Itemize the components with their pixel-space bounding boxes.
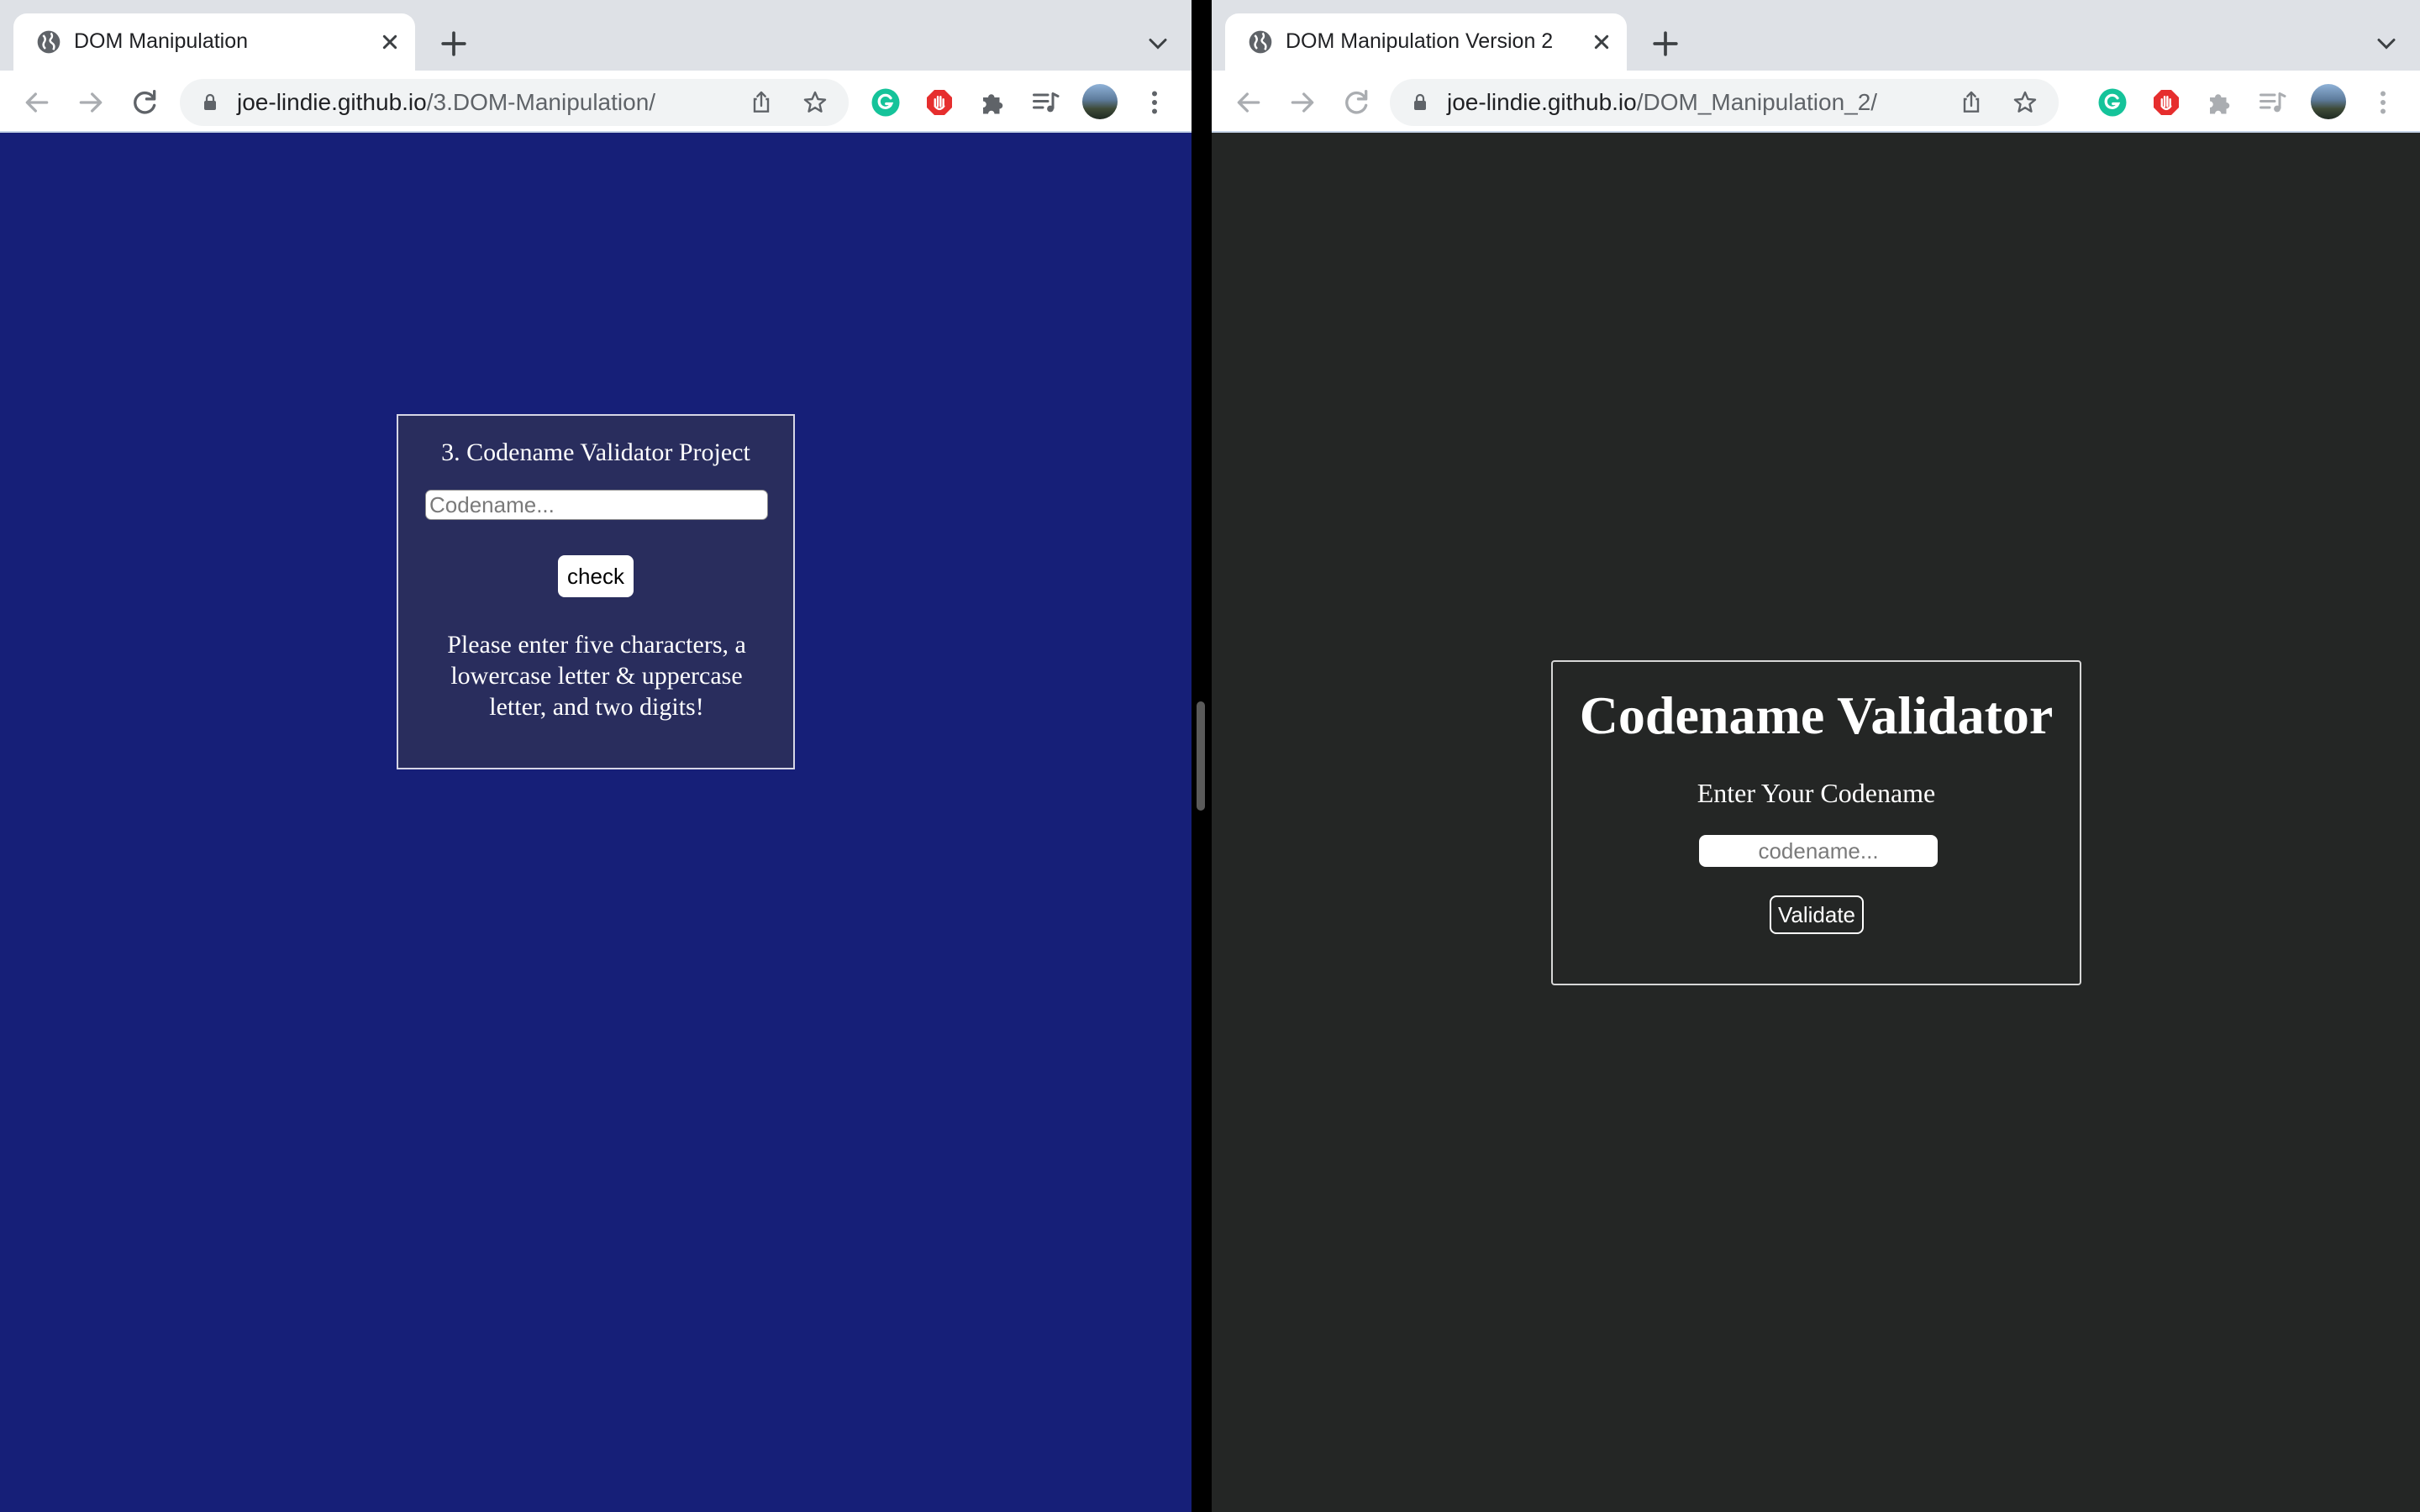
tab-strip: DOM Manipulation [0, 0, 1192, 71]
puzzle-icon[interactable] [2205, 87, 2235, 118]
url-path: /3.DOM-Manipulation/ [426, 89, 656, 115]
plus-icon[interactable] [435, 25, 472, 62]
codename-input[interactable] [425, 490, 768, 520]
adblock-icon[interactable] [924, 87, 955, 118]
page-title: Codename Validator [1579, 685, 2054, 745]
globe-icon [37, 30, 60, 54]
page-viewport: Codename Validator Enter Your Codename V… [1212, 133, 2420, 1512]
grammarly-icon[interactable] [2097, 87, 2128, 118]
page-subtitle: Enter Your Codename [1697, 778, 1936, 808]
media-control-icon[interactable] [1030, 87, 1060, 118]
page-viewport: 3. Codename Validator Project check Plea… [0, 133, 1192, 1512]
arrow-right-icon[interactable] [1286, 86, 1319, 119]
kebab-menu-icon[interactable] [2368, 87, 2398, 118]
url-domain: joe-lindie.github.io [237, 89, 427, 115]
star-icon[interactable] [802, 89, 829, 116]
reload-icon[interactable] [128, 86, 161, 119]
lock-icon[interactable] [200, 92, 220, 113]
tab-active[interactable]: DOM Manipulation Version 2 [1225, 13, 1627, 71]
grammarly-icon[interactable] [871, 87, 901, 118]
globe-icon [1249, 30, 1272, 54]
validator-card: Codename Validator Enter Your Codename V… [1551, 660, 2081, 985]
tab-active[interactable]: DOM Manipulation [13, 13, 415, 71]
url-text: joe-lindie.github.io/3.DOM-Manipulation/ [237, 79, 655, 126]
share-icon[interactable] [1958, 89, 1985, 116]
reload-icon[interactable] [1339, 86, 1373, 119]
plus-icon[interactable] [1647, 25, 1684, 62]
toolbar: joe-lindie.github.io/DOM_Manipulation_2/ [1212, 71, 2420, 133]
tab-title: DOM Manipulation Version 2 [1286, 29, 1554, 53]
toolbar: joe-lindie.github.io/3.DOM-Manipulation/ [0, 71, 1192, 133]
codename-input[interactable] [1699, 835, 1938, 867]
address-bar[interactable]: joe-lindie.github.io/DOM_Manipulation_2/ [1390, 79, 2059, 126]
arrow-left-icon[interactable] [20, 86, 54, 119]
avatar[interactable] [2311, 84, 2346, 119]
media-control-icon[interactable] [2257, 87, 2287, 118]
tab-strip: DOM Manipulation Version 2 [1212, 0, 2420, 71]
validate-button[interactable]: Validate [1770, 895, 1864, 934]
browser-window-right: DOM Manipulation Version 2 joe-lindie.gi… [1212, 0, 2420, 1512]
lock-icon[interactable] [1410, 92, 1430, 113]
avatar[interactable] [1082, 84, 1118, 119]
address-bar[interactable]: joe-lindie.github.io/3.DOM-Manipulation/ [180, 79, 849, 126]
url-path: /DOM_Manipulation_2/ [1636, 89, 1878, 115]
tab-title: DOM Manipulation [74, 29, 249, 53]
share-icon[interactable] [748, 89, 775, 116]
validator-card: 3. Codename Validator Project check Plea… [397, 414, 795, 769]
check-button[interactable]: check [558, 555, 634, 597]
chevron-down-icon[interactable] [2371, 29, 2402, 59]
chevron-down-icon[interactable] [1143, 29, 1173, 59]
star-icon[interactable] [2012, 89, 2039, 116]
close-icon[interactable] [376, 29, 403, 55]
split-view-handle[interactable] [1197, 701, 1205, 811]
url-domain: joe-lindie.github.io [1447, 89, 1637, 115]
instructions-text: Please enter five characters, a lowercas… [447, 631, 746, 721]
page-title: 3. Codename Validator Project [441, 438, 750, 466]
arrow-right-icon[interactable] [74, 86, 108, 119]
puzzle-icon[interactable] [978, 87, 1008, 118]
kebab-menu-icon[interactable] [1139, 87, 1170, 118]
adblock-icon[interactable] [2151, 87, 2181, 118]
arrow-left-icon[interactable] [1232, 86, 1265, 119]
browser-window-left: DOM Manipulation joe-lindie.github.io/3.… [0, 0, 1192, 1512]
close-icon[interactable] [1588, 29, 1615, 55]
url-text: joe-lindie.github.io/DOM_Manipulation_2/ [1447, 79, 1877, 126]
